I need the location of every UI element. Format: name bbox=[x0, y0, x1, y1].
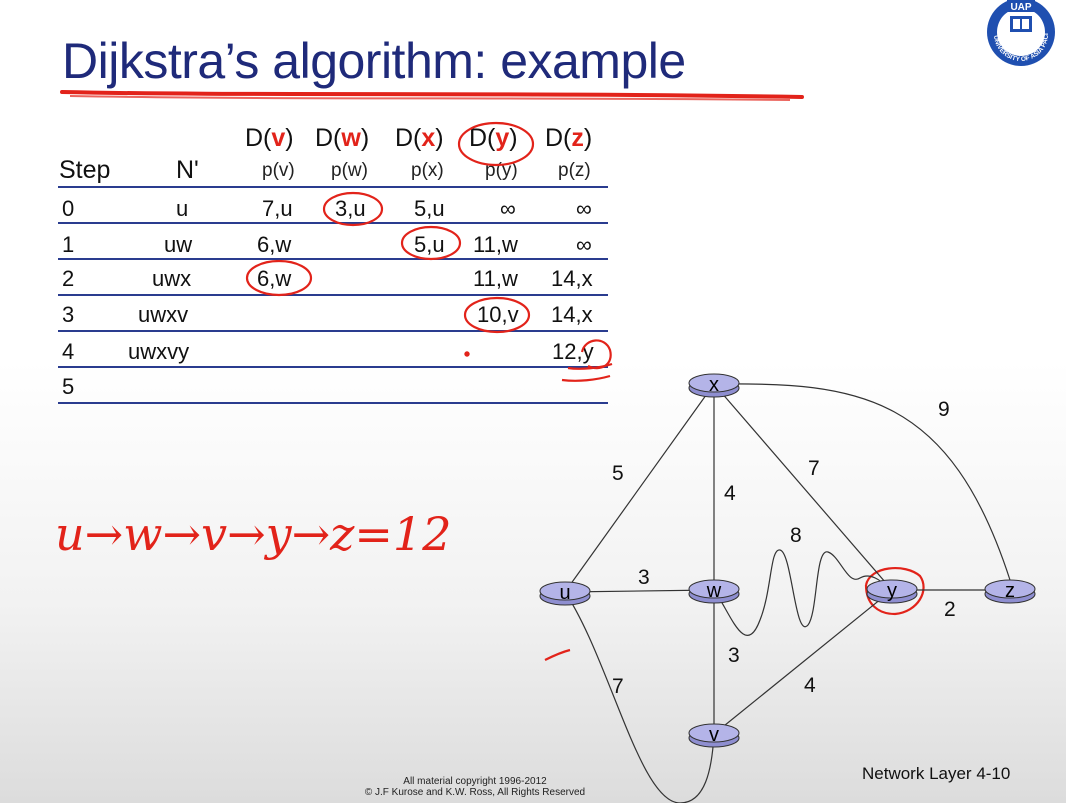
edge-w-y bbox=[713, 549, 893, 637]
node-label-x: x bbox=[709, 374, 719, 396]
edge-x-z bbox=[713, 383, 1011, 581]
router-u-icon: u bbox=[539, 581, 591, 606]
red-annotations bbox=[245, 121, 925, 661]
weight-x-z: 9 bbox=[938, 398, 950, 421]
weight-x-w: 4 bbox=[724, 482, 736, 505]
page-label: Network Layer 4-10 bbox=[862, 764, 1011, 783]
edge-v-y bbox=[713, 589, 893, 735]
weight-y-z: 2 bbox=[944, 598, 956, 621]
router-y-icon: y bbox=[866, 579, 918, 604]
weight-u-w: 3 bbox=[638, 566, 650, 589]
weight-w-v: 3 bbox=[728, 644, 740, 667]
node-label-u: u bbox=[559, 582, 570, 604]
weight-u-v: 7 bbox=[612, 675, 624, 698]
edge-x-y bbox=[713, 383, 893, 591]
router-x-icon: x bbox=[688, 373, 740, 398]
copyright-notice: All material copyright 1996-2012 © J.F K… bbox=[364, 776, 586, 798]
router-z-icon: z bbox=[984, 579, 1036, 604]
weight-w-y: 8 bbox=[790, 524, 802, 547]
graph-edges bbox=[564, 383, 1011, 803]
weight-x-y: 7 bbox=[808, 457, 820, 480]
router-v-icon: v bbox=[688, 723, 740, 748]
title-underline bbox=[60, 90, 804, 99]
diagram-canvas: u→w→v→y→z=12 5 9 4 7 8 3 2 3 7 4 x u w y… bbox=[55, 90, 1036, 803]
router-w-icon: w bbox=[688, 579, 740, 604]
node-label-z: z bbox=[1005, 580, 1015, 602]
weight-v-y: 4 bbox=[804, 674, 816, 697]
edge-u-v bbox=[564, 591, 715, 803]
node-label-y: y bbox=[887, 580, 897, 602]
weight-u-x: 5 bbox=[612, 462, 624, 485]
edge-u-x bbox=[564, 383, 715, 593]
node-label-w: w bbox=[706, 580, 722, 602]
node-label-v: v bbox=[709, 724, 719, 746]
handwritten-path: u→w→v→y→z=12 bbox=[55, 507, 451, 561]
edge-weights: 5 9 4 7 8 3 2 3 7 4 bbox=[612, 398, 956, 698]
